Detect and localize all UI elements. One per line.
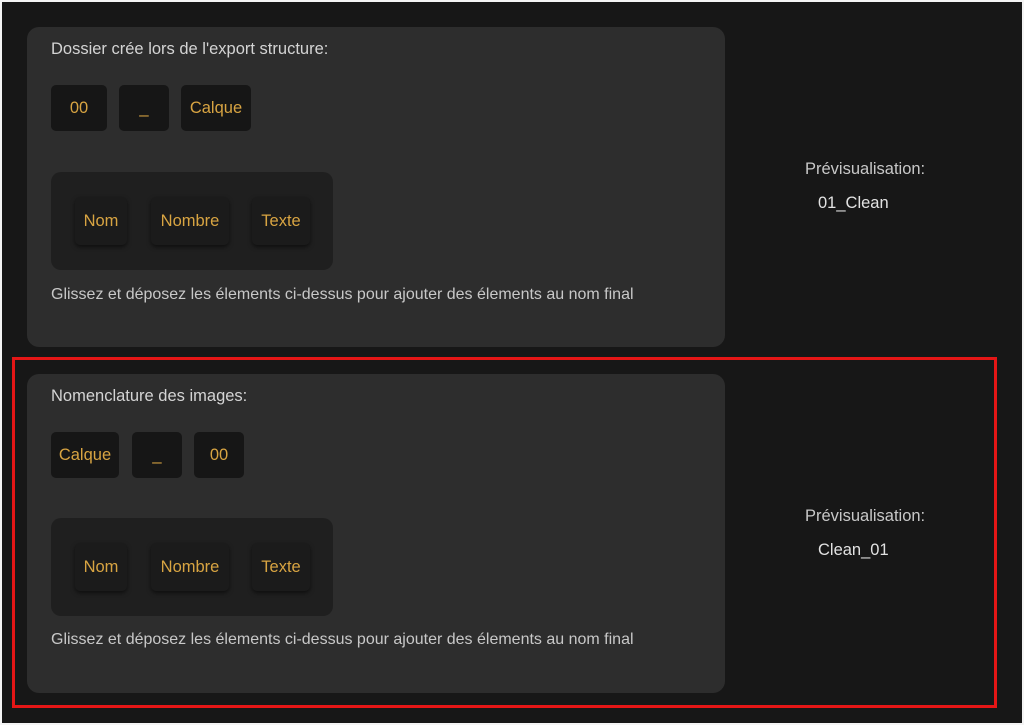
app-screen: Dossier crée lors de l'export structure:… xyxy=(2,2,1022,723)
sequence-token-number[interactable]: 00 xyxy=(51,85,107,131)
folder-naming-panel: Dossier crée lors de l'export structure:… xyxy=(27,27,725,347)
palette-item-name[interactable]: Nom xyxy=(75,543,127,591)
folder-preview-value: 01_Clean xyxy=(818,194,889,212)
sequence-token-separator[interactable]: _ xyxy=(132,432,182,478)
image-preview-label: Prévisualisation: xyxy=(805,507,926,525)
drag-drop-hint: Glissez et déposez les élements ci-dessu… xyxy=(51,286,634,303)
element-palette: Nom Nombre Texte xyxy=(51,518,333,616)
palette-item-name[interactable]: Nom xyxy=(75,197,127,245)
image-naming-title: Nomenclature des images: xyxy=(51,387,248,405)
sequence-token-number[interactable]: 00 xyxy=(194,432,244,478)
palette-item-number[interactable]: Nombre xyxy=(151,543,229,591)
folder-preview-label: Prévisualisation: xyxy=(805,160,926,178)
element-palette: Nom Nombre Texte xyxy=(51,172,333,270)
image-preview-value: Clean_01 xyxy=(818,541,889,559)
folder-naming-title: Dossier crée lors de l'export structure: xyxy=(51,40,329,58)
palette-item-text[interactable]: Texte xyxy=(252,543,310,591)
drag-drop-hint: Glissez et déposez les élements ci-dessu… xyxy=(51,631,634,648)
palette-item-number[interactable]: Nombre xyxy=(151,197,229,245)
sequence-token-layer[interactable]: Calque xyxy=(181,85,251,131)
palette-item-text[interactable]: Texte xyxy=(252,197,310,245)
sequence-token-separator[interactable]: _ xyxy=(119,85,169,131)
sequence-token-layer[interactable]: Calque xyxy=(51,432,119,478)
image-naming-panel: Nomenclature des images: Calque _ 00 Nom… xyxy=(27,374,725,693)
